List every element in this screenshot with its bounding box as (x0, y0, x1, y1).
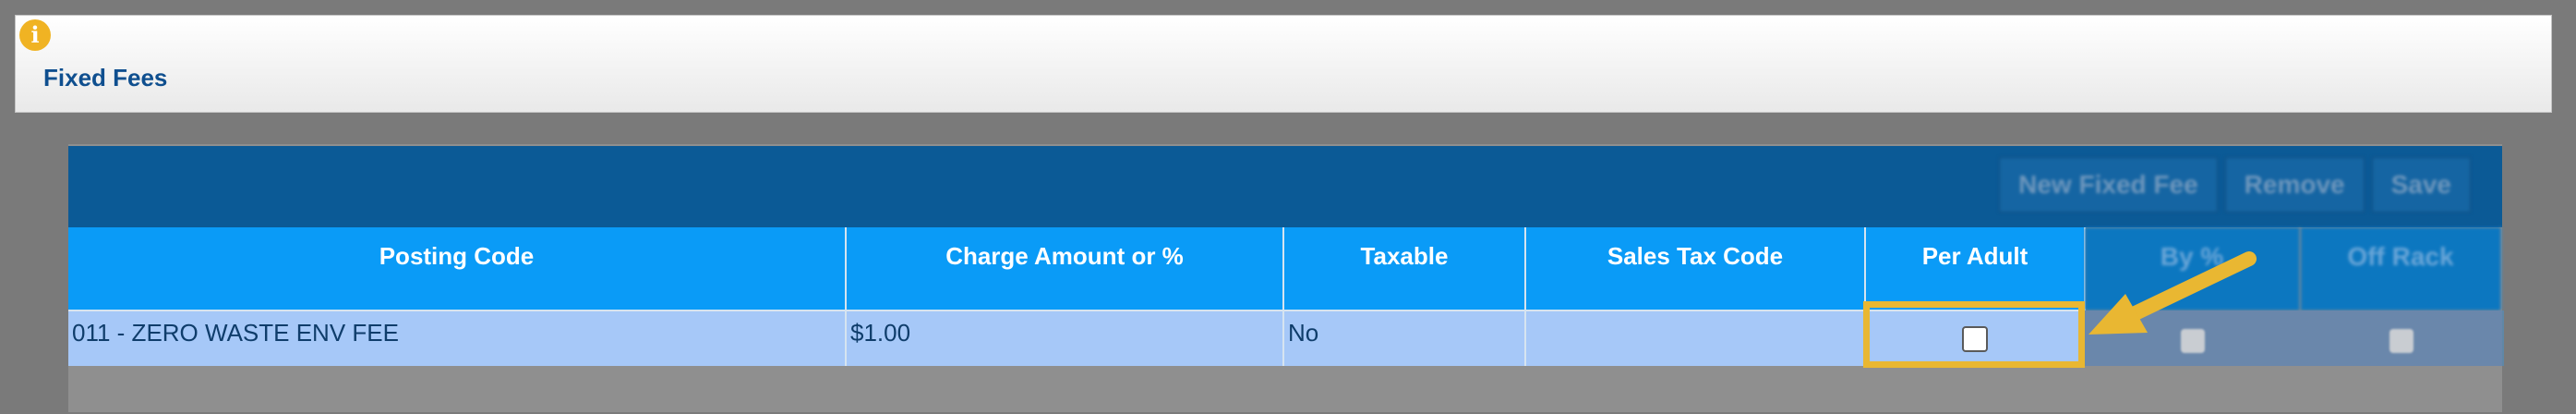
off-rack-cell (2301, 310, 2504, 366)
charge-amount-cell[interactable]: $1.00 (846, 310, 1284, 366)
page-title: Fixed Fees (43, 64, 168, 91)
info-icon[interactable]: i (19, 19, 51, 51)
column-header-off-rack[interactable]: Off Rack (2301, 227, 2502, 310)
sales-tax-code-cell[interactable] (1525, 310, 1866, 366)
save-button[interactable]: Save (2371, 157, 2471, 213)
grid-toolbar: New Fixed Fee Remove Save (68, 146, 2502, 227)
page-header: i Fixed Fees (15, 15, 2552, 113)
column-header-sales-tax-code[interactable]: Sales Tax Code (1525, 227, 1866, 311)
pointer-arrow-icon (2088, 251, 2257, 335)
column-header-charge-amount[interactable]: Charge Amount or % (846, 227, 1284, 311)
posting-code-cell[interactable]: 011 - ZERO WASTE ENV FEE (68, 310, 847, 366)
per-adult-highlight (1863, 301, 2085, 368)
remove-button[interactable]: Remove (2224, 157, 2365, 213)
taxable-cell[interactable]: No (1283, 310, 1526, 366)
fixed-fees-table: Posting Code Charge Amount or % Taxable … (68, 227, 2086, 366)
table-row[interactable]: 011 - ZERO WASTE ENV FEE $1.00 No (68, 310, 2086, 366)
off-rack-checkbox[interactable] (2389, 329, 2413, 353)
column-header-posting-code[interactable]: Posting Code (68, 227, 847, 311)
table-header-row: Posting Code Charge Amount or % Taxable … (68, 227, 2086, 311)
column-header-taxable[interactable]: Taxable (1283, 227, 1526, 311)
column-header-per-adult[interactable]: Per Adult (1865, 227, 2086, 311)
new-fixed-fee-button[interactable]: New Fixed Fee (1999, 157, 2218, 213)
